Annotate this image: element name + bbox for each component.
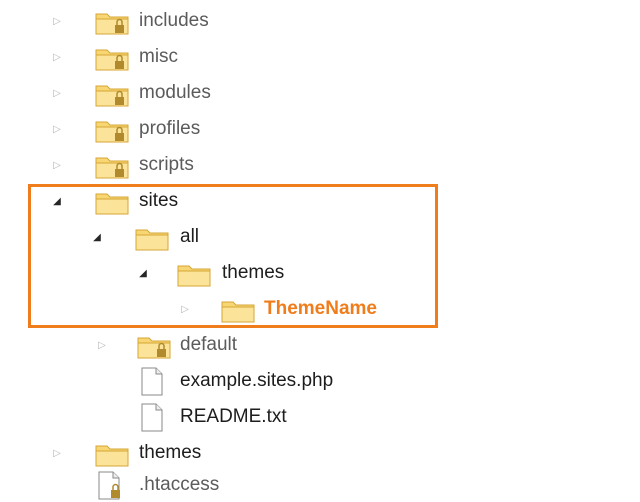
tree-item-modules[interactable]: ▷ modules — [0, 76, 600, 110]
tree-item-themes[interactable]: ▷ themes — [0, 436, 600, 470]
tree-item-label: themes — [222, 262, 285, 283]
tree-item-label: profiles — [139, 118, 201, 139]
tree-item-profiles[interactable]: ▷ profiles — [0, 112, 600, 146]
folder-icon — [95, 193, 129, 215]
tree-item-label: example.sites.php — [180, 370, 334, 391]
tree-item-example-sites-php[interactable]: example.sites.php — [0, 364, 600, 398]
folder-icon — [95, 445, 129, 467]
locked-folder-icon — [95, 13, 129, 35]
locked-folder-icon — [95, 49, 129, 71]
tree-item-scripts[interactable]: ▷ scripts — [0, 148, 600, 182]
tree-item-label: README.txt — [180, 406, 287, 427]
folder-icon — [177, 265, 211, 287]
tree-item-themename[interactable]: ▷ ThemeName — [0, 292, 600, 326]
expand-arrow-icon[interactable]: ▷ — [50, 447, 64, 461]
tree-item-all[interactable]: ◢ all — [0, 220, 600, 254]
collapse-arrow-icon[interactable]: ◢ — [50, 195, 64, 209]
tree-item-label: themes — [139, 442, 202, 463]
locked-folder-icon — [95, 121, 129, 143]
tree-item-includes[interactable]: ▷ includes — [0, 4, 600, 38]
tree-item-label: .htaccess — [139, 474, 220, 495]
tree-item-themes-nested[interactable]: ◢ themes — [0, 256, 600, 290]
expand-arrow-icon[interactable]: ▷ — [50, 51, 64, 65]
expand-arrow-icon[interactable]: ▷ — [50, 87, 64, 101]
expand-arrow-icon[interactable]: ▷ — [50, 123, 64, 137]
locked-folder-icon — [137, 337, 171, 359]
collapse-arrow-icon[interactable]: ◢ — [90, 231, 104, 245]
tree-item-sites[interactable]: ◢ sites — [0, 184, 600, 218]
tree-item-label: all — [180, 226, 200, 247]
expand-arrow-icon[interactable]: ▷ — [50, 159, 64, 173]
tree-item-label: default — [180, 334, 238, 355]
collapse-arrow-icon[interactable]: ◢ — [136, 267, 150, 281]
tree-item-label-highlighted: ThemeName — [264, 298, 377, 319]
expand-arrow-icon[interactable]: ▷ — [50, 15, 64, 29]
file-icon — [141, 367, 163, 396]
folder-icon — [221, 301, 255, 323]
expand-arrow-icon[interactable]: ▷ — [95, 339, 109, 353]
tree-item-label: includes — [139, 10, 209, 31]
tree-item-label: misc — [139, 46, 179, 67]
tree-item-label: modules — [139, 82, 211, 103]
folder-icon — [135, 229, 169, 251]
tree-item-default[interactable]: ▷ default — [0, 328, 600, 362]
expand-arrow-icon[interactable]: ▷ — [178, 303, 192, 317]
locked-folder-icon — [95, 157, 129, 179]
tree-item-misc[interactable]: ▷ misc — [0, 40, 600, 74]
locked-file-icon — [98, 471, 120, 500]
tree-item-readme-txt[interactable]: README.txt — [0, 400, 600, 434]
tree-item-label: sites — [139, 190, 179, 211]
tree-item-htaccess[interactable]: .htaccess — [0, 468, 600, 502]
file-icon — [141, 403, 163, 432]
tree-item-label: scripts — [139, 154, 194, 175]
locked-folder-icon — [95, 85, 129, 107]
solution-explorer-tree: ▷ includes ▷ misc ▷ modules ▷ profiles ▷… — [0, 0, 640, 502]
